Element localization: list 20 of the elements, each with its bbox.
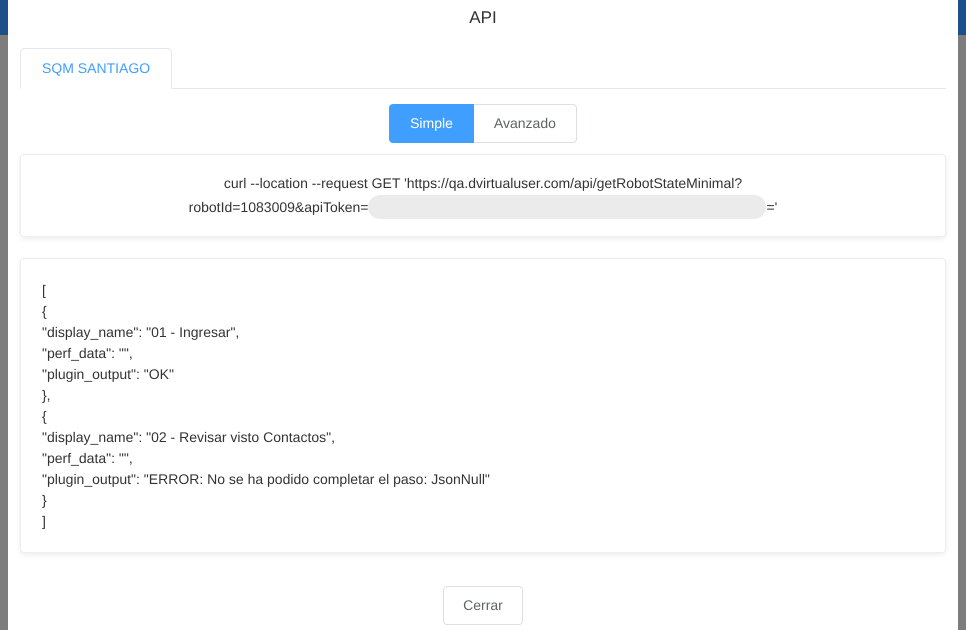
json-line: "plugin_output": "OK": [42, 365, 174, 384]
json-line: "perf_data": "",: [42, 344, 133, 363]
json-line: "plugin_output": "ERROR: No se ha podido completar el paso: JsonNull": [42, 470, 490, 489]
curl-command-text: curl --location --request GET 'https://qa.dvirtualuser.com/api/getRobotStateMinimal?: [224, 175, 742, 191]
json-line: {: [42, 407, 47, 426]
json-line: "display_name": "02 - Revisar visto Contactos",: [42, 428, 336, 447]
mode-toggle-button[interactable]: Avanzado: [472, 104, 577, 143]
app-header-edge: [0, 0, 8, 35]
dialog-title: API: [469, 7, 497, 29]
json-line: "display_name": "01 - Ingresar",: [42, 323, 240, 342]
app-header-edge: [958, 0, 966, 35]
json-line: },: [42, 386, 51, 405]
json-line: "perf_data": "",: [42, 449, 133, 468]
close-button[interactable]: Cerrar: [443, 586, 523, 625]
json-line: [: [42, 281, 46, 300]
json-line: }: [42, 491, 47, 510]
json-line: ]: [42, 512, 46, 531]
json-line: {: [42, 302, 47, 321]
token-suffix-text: =': [766, 198, 778, 217]
curl-query-text: robotId=1083009&apiToken=: [188, 198, 368, 217]
